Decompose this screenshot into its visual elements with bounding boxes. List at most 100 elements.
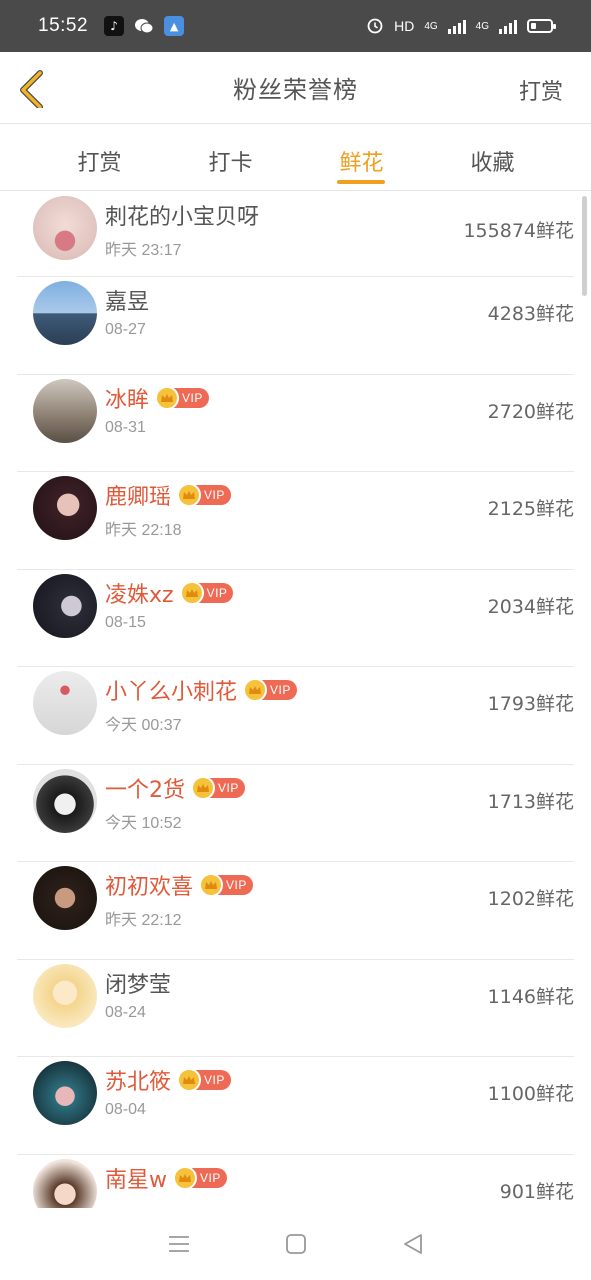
flower-count: 901鲜花	[499, 1180, 574, 1203]
vip-badge: VIP	[177, 483, 231, 507]
user-name: 闭梦莹	[105, 972, 172, 998]
user-time: 昨天 23:17	[105, 242, 182, 259]
avatar[interactable]	[33, 768, 97, 833]
tiktok-icon: ♪	[104, 16, 125, 36]
crown-icon	[179, 580, 204, 605]
back-nav-button[interactable]	[398, 1229, 428, 1259]
crown-icon	[173, 1165, 197, 1190]
avatar[interactable]	[33, 573, 97, 638]
flower-count: 1146鲜花	[487, 985, 574, 1008]
menu-icon	[168, 1236, 189, 1252]
user-time: 08-24	[105, 1003, 146, 1021]
wechat-icon	[134, 16, 154, 36]
page-title: 粉丝荣誉榜	[233, 76, 358, 104]
menu-button[interactable]	[164, 1229, 194, 1259]
list-item[interactable]: 鹿卿瑶 VIP 昨天 22:18 2125鲜花	[17, 472, 574, 570]
vip-badge: VIP	[177, 1068, 231, 1092]
avatar[interactable]	[33, 671, 97, 735]
signal-label-1: 4G	[424, 20, 438, 32]
vip-badge: VIP	[191, 775, 245, 800]
home-button[interactable]	[281, 1229, 311, 1259]
tab-reward[interactable]: 打赏	[34, 125, 165, 190]
user-time: 08-04	[105, 1101, 146, 1118]
user-name: 凌姝xz	[105, 582, 174, 608]
signal-icon-2	[499, 18, 517, 34]
tab-favorites[interactable]: 收藏	[427, 125, 558, 190]
user-name: 苏北筱	[105, 1070, 172, 1095]
ranking-list[interactable]: 刺花的小宝贝呀 昨天 23:17 155874鲜花 嘉昱 08-27 4283鲜…	[0, 192, 591, 1208]
back-button[interactable]	[14, 68, 54, 110]
user-time: 08-15	[105, 613, 146, 631]
hd-label: HD	[394, 18, 415, 34]
status-indicators: HD 4G 4G	[366, 16, 556, 37]
flower-count: 2034鲜花	[487, 595, 574, 618]
user-time: 08-31	[105, 418, 146, 436]
avatar[interactable]	[33, 476, 97, 540]
user-time: 今天 10:52	[105, 814, 182, 832]
user-name: 嘉昱	[105, 290, 150, 315]
tab-bar: 打赏 打卡 鲜花 收藏	[0, 125, 591, 191]
tab-flowers[interactable]: 鲜花	[296, 125, 427, 190]
vip-badge: VIP	[243, 678, 297, 702]
crown-icon	[199, 873, 224, 897]
user-time: 08-27	[105, 321, 146, 338]
chevron-left-icon	[20, 70, 43, 110]
avatar[interactable]	[33, 281, 97, 345]
user-name: 小丫么小刺花	[105, 680, 238, 705]
avatar[interactable]	[33, 1158, 97, 1208]
signal-icon-1	[447, 18, 466, 34]
alarm-icon	[366, 16, 384, 37]
crown-icon	[155, 385, 180, 410]
flower-count: 1793鲜花	[487, 693, 574, 715]
flower-count: 1100鲜花	[487, 1083, 574, 1105]
flower-count: 4283鲜花	[487, 303, 574, 325]
flower-count: 1202鲜花	[487, 888, 574, 910]
user-name: 南星w	[105, 1167, 167, 1193]
crown-icon	[191, 775, 215, 800]
flower-count: 2125鲜花	[487, 498, 574, 520]
vip-badge: VIP	[199, 873, 253, 897]
crown-icon	[177, 483, 202, 507]
flower-count: 1713鲜花	[487, 790, 574, 813]
list-item[interactable]: 初初欢喜 VIP 昨天 22:12 1202鲜花	[17, 862, 574, 960]
vip-badge: VIP	[179, 580, 234, 605]
crown-icon	[243, 678, 268, 702]
header: 粉丝荣誉榜 打赏	[0, 52, 591, 124]
avatar[interactable]	[33, 378, 97, 443]
crown-icon	[177, 1068, 202, 1092]
user-name: 冰眸	[105, 387, 150, 413]
tab-checkin[interactable]: 打卡	[165, 125, 296, 190]
back-triangle-icon	[403, 1234, 422, 1254]
flower-count: 2720鲜花	[487, 400, 574, 423]
signal-label-2: 4G	[475, 20, 489, 32]
scrollbar[interactable]	[582, 196, 587, 296]
vip-badge: VIP	[173, 1165, 227, 1190]
list-item[interactable]: 冰眸 VIP 08-31 2720鲜花	[17, 375, 574, 472]
flower-count: 155874鲜花	[463, 220, 574, 242]
avatar[interactable]	[33, 963, 97, 1028]
reward-button[interactable]: 打赏	[519, 74, 563, 106]
list-item[interactable]: 苏北筱 VIP 08-04 1100鲜花	[17, 1057, 574, 1155]
battery-icon	[527, 19, 556, 33]
avatar[interactable]	[33, 196, 97, 260]
list-item[interactable]: 一个2货 VIP 今天 10:52 1713鲜花	[17, 765, 574, 862]
system-nav-bar	[0, 1208, 591, 1280]
list-item[interactable]: 闭梦莹 08-24 1146鲜花	[17, 960, 574, 1057]
list-item[interactable]: 凌姝xz VIP 08-15 2034鲜花	[17, 570, 574, 667]
list-item[interactable]: 刺花的小宝贝呀 昨天 23:17 155874鲜花	[17, 192, 574, 277]
status-app-icons: ♪ ▲	[104, 16, 185, 36]
list-item[interactable]: 南星w VIP 901鲜花	[17, 1155, 574, 1208]
list-item[interactable]: 小丫么小刺花 VIP 今天 00:37 1793鲜花	[17, 667, 574, 765]
user-time: 昨天 22:12	[105, 912, 182, 929]
app-notification-icon: ▲	[164, 16, 185, 36]
status-bar: 15:52 ♪ ▲ HD 4G 4G	[0, 0, 591, 52]
user-name: 鹿卿瑶	[105, 485, 172, 510]
vip-badge: VIP	[155, 385, 209, 410]
user-name: 一个2货	[105, 777, 185, 803]
user-name: 刺花的小宝贝呀	[105, 205, 260, 230]
home-square-icon	[285, 1234, 306, 1254]
user-time: 昨天 22:18	[105, 522, 182, 539]
list-item[interactable]: 嘉昱 08-27 4283鲜花	[17, 277, 574, 375]
avatar[interactable]	[33, 866, 97, 930]
avatar[interactable]	[33, 1061, 97, 1125]
